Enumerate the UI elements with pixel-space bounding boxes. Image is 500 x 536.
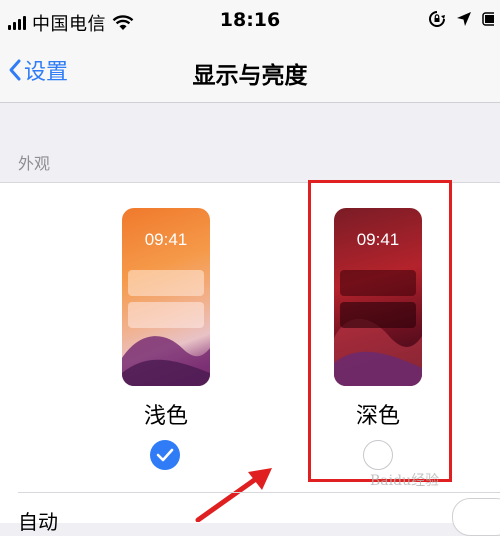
rotation-lock-icon: [429, 11, 445, 27]
status-right: [428, 10, 494, 28]
light-preview-time: 09:41: [144, 230, 188, 249]
light-preview-notification: [128, 302, 204, 328]
checkmark-icon: [156, 448, 174, 462]
status-bar: 中国电信 18:16: [0, 0, 500, 42]
page-title: 显示与亮度: [192, 63, 308, 89]
automatic-label: 自动: [18, 510, 58, 534]
light-mode-checkmark[interactable]: [150, 440, 180, 470]
red-arrow-icon: [195, 468, 272, 522]
status-time: 18:16: [219, 9, 281, 31]
navigation-bar: 设置 显示与亮度: [0, 42, 500, 103]
light-mode-label: 浅色: [143, 404, 188, 429]
watermark: Baidu经验: [370, 473, 440, 489]
light-mode-preview[interactable]: 09:41: [122, 208, 210, 386]
highlight-box: [308, 180, 452, 482]
location-icon: [457, 12, 471, 26]
battery-partial-icon: [482, 12, 494, 26]
section-label-appearance: 外观: [18, 154, 51, 173]
light-preview-notification: [128, 270, 204, 296]
